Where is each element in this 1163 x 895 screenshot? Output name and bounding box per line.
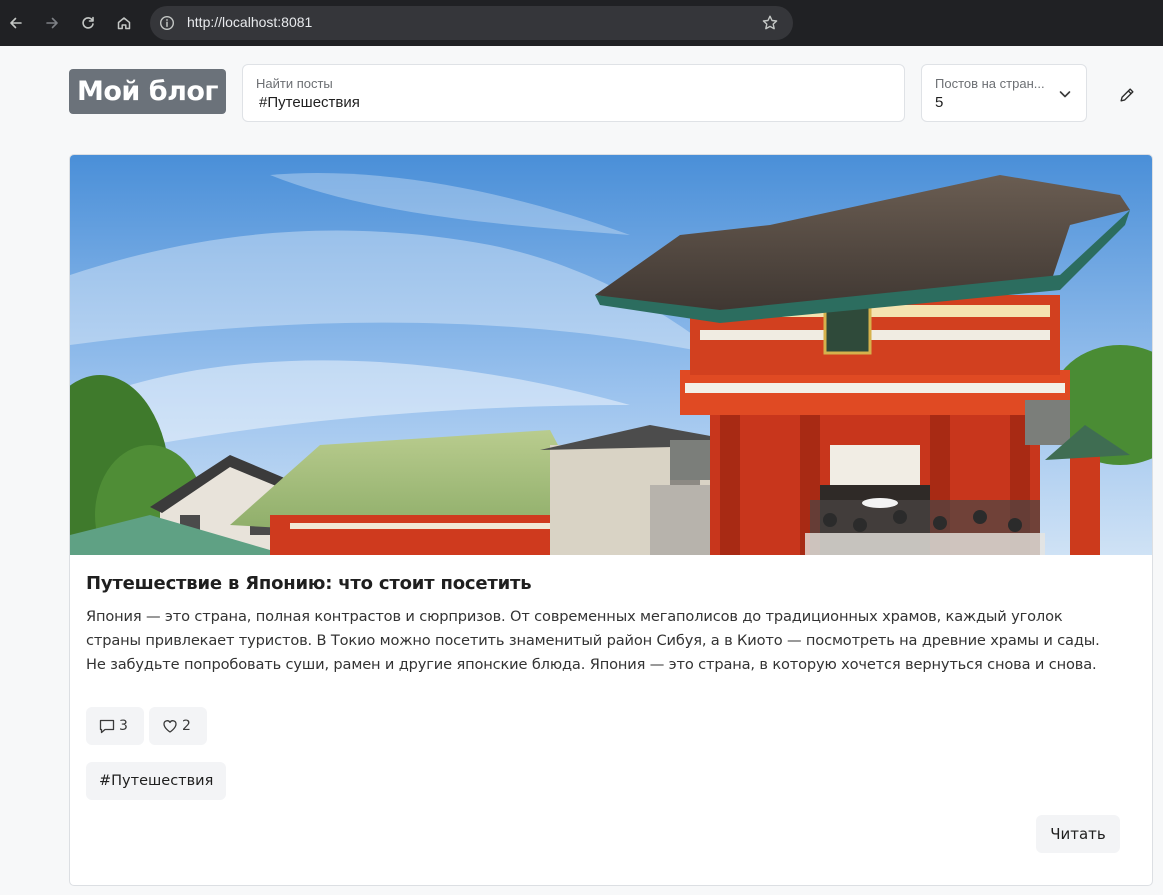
pencil-icon (1120, 88, 1134, 102)
comments-button[interactable]: 3 (86, 707, 144, 745)
blog-logo[interactable]: Мой блог (69, 69, 226, 114)
search-value[interactable]: #Путешествия (259, 94, 360, 111)
comment-icon (99, 719, 115, 734)
temple-photo (70, 155, 1152, 555)
post-card: Путешествие в Японию: что стоит посетить… (69, 154, 1153, 886)
edit-post-button[interactable] (1116, 84, 1138, 106)
post-title[interactable]: Путешествие в Японию: что стоит посетить (86, 573, 532, 594)
likes-count: 2 (182, 718, 191, 734)
page-size-select[interactable]: Постов на стран... 5 (921, 64, 1087, 122)
search-label: Найти посты (256, 76, 333, 91)
back-icon[interactable] (4, 11, 28, 35)
page-size-label: Постов на стран... (935, 76, 1045, 91)
tag-chip[interactable]: #Путешествия (86, 762, 227, 800)
read-button[interactable]: Читать (1036, 815, 1120, 853)
address-bar[interactable]: http://localhost:8081 (150, 6, 793, 40)
comments-count: 3 (119, 718, 128, 734)
home-icon[interactable] (112, 11, 136, 35)
like-button[interactable]: 2 (149, 707, 207, 745)
post-image (70, 155, 1152, 555)
site-info-icon[interactable] (159, 15, 175, 31)
url-text: http://localhost:8081 (187, 14, 313, 30)
page-size-value: 5 (935, 94, 944, 111)
chevron-down-icon (1059, 91, 1071, 98)
browser-toolbar: http://localhost:8081 (0, 0, 1163, 46)
search-input[interactable]: Найти посты #Путешествия (242, 64, 905, 122)
bookmark-star-icon[interactable] (761, 14, 779, 32)
forward-icon[interactable] (40, 11, 64, 35)
reload-icon[interactable] (76, 11, 100, 35)
post-text: Япония — это страна, полная контрастов и… (86, 608, 1100, 673)
heart-icon (163, 720, 177, 733)
